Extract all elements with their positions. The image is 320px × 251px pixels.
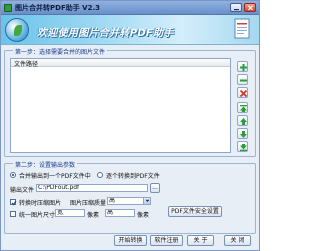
title-bar[interactable]: 图片合并转PDF助手 V2.3 xyxy=(1,1,259,15)
add-file-icon xyxy=(240,64,247,71)
quality-label: 图片压缩质量 xyxy=(70,200,107,207)
close-window-button[interactable] xyxy=(244,3,256,12)
register-button[interactable]: 软件注册 xyxy=(150,235,183,246)
minimize-button[interactable] xyxy=(230,3,242,12)
close-button[interactable]: 关 闭 xyxy=(224,235,251,246)
app-logo xyxy=(5,18,29,42)
close-icon xyxy=(248,5,253,11)
window-title: 图片合并转PDF助手 V2.3 xyxy=(15,4,100,12)
merge-mode-radio[interactable] xyxy=(10,172,16,178)
width-unit-label: 像素 xyxy=(87,212,100,219)
step2-title: 第二步：设置输出参数 xyxy=(13,160,78,169)
chevron-down-icon[interactable] xyxy=(143,198,150,204)
move-top-button[interactable] xyxy=(237,102,248,113)
compress-label[interactable]: 转换时压缩图片 xyxy=(19,198,61,207)
about-button[interactable]: 关 于 xyxy=(187,235,214,246)
list-header[interactable]: 文件路径 xyxy=(11,59,230,68)
compress-checkbox[interactable] xyxy=(10,199,17,206)
quality-value: 高 xyxy=(109,197,116,204)
add-file-button[interactable] xyxy=(237,61,248,72)
uniform-size-checkbox[interactable] xyxy=(10,211,16,217)
height-input[interactable]: 高 xyxy=(105,209,135,217)
pdf-security-button[interactable]: PDF文件安全设置 xyxy=(168,206,222,217)
browse-button[interactable]: ... xyxy=(150,183,160,193)
file-list[interactable]: 文件路径 xyxy=(10,58,231,153)
height-unit-label: 像素 xyxy=(137,212,150,219)
remove-file-icon xyxy=(240,79,247,82)
start-convert-button[interactable]: 开始转换 xyxy=(114,235,147,246)
checkmark-icon xyxy=(11,200,17,206)
remove-file-button[interactable] xyxy=(237,74,248,85)
step1-group: 第一步：选择需要合并的图片文件 文件路径 xyxy=(4,47,256,157)
window-controls xyxy=(230,3,256,12)
app-icon xyxy=(4,4,12,12)
clear-list-icon xyxy=(239,89,248,98)
output-file-label: 输出文件 xyxy=(10,187,35,194)
column-header-path: 文件路径 xyxy=(14,61,39,68)
move-up-icon xyxy=(240,118,247,125)
clear-list-button[interactable] xyxy=(237,87,248,98)
quality-select[interactable]: 高 xyxy=(107,197,151,205)
move-down-icon xyxy=(240,131,247,138)
move-bottom-icon xyxy=(240,144,247,151)
uniform-size-label[interactable]: 统一图片尺寸 xyxy=(19,210,55,219)
width-input[interactable]: 宽 xyxy=(55,209,85,217)
move-down-button[interactable] xyxy=(237,128,248,139)
move-top-icon xyxy=(240,105,247,112)
banner-text: 欢迎使用图片合并转PDF助手 xyxy=(37,28,174,39)
move-up-button[interactable] xyxy=(237,115,248,126)
welcome-banner: 欢迎使用图片合并转PDF助手 xyxy=(1,15,259,45)
step1-title: 第一步：选择需要合并的图片文件 xyxy=(13,47,108,56)
pdf-document-icon xyxy=(234,18,250,39)
each-mode-radio[interactable] xyxy=(97,172,103,178)
move-bottom-button[interactable] xyxy=(237,141,248,152)
app-window: 图片合并转PDF助手 V2.3 欢迎使用图片合并转PDF助手 第一步：选择需要合… xyxy=(0,0,260,251)
step2-group: 第二步：设置输出参数 合并输出到一个PDF文件中 逐个转换到PDF文件 输出文件… xyxy=(4,160,256,234)
output-file-field[interactable]: C:\PDFout.pdf xyxy=(36,184,148,192)
each-mode-label[interactable]: 逐个转换到PDF文件 xyxy=(106,171,160,180)
minimize-icon xyxy=(234,9,239,11)
merge-mode-label[interactable]: 合并输出到一个PDF文件中 xyxy=(19,171,91,180)
